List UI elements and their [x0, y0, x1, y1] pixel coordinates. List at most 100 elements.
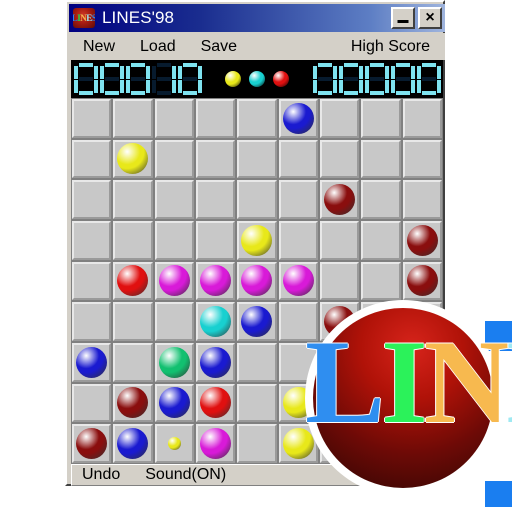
board-cell[interactable] [154, 99, 194, 138]
board-cell[interactable] [154, 221, 194, 260]
board-cell[interactable] [361, 424, 401, 463]
board-cell[interactable] [195, 221, 236, 260]
board-cell[interactable] [402, 99, 442, 138]
board-cell[interactable] [361, 302, 401, 341]
ball-blue[interactable] [241, 306, 273, 338]
ball-cyan[interactable] [200, 306, 232, 338]
menu-item-save[interactable]: Save [199, 38, 239, 56]
board-cell[interactable] [195, 302, 236, 341]
board-cell[interactable] [72, 139, 112, 179]
sound-toggle-button[interactable]: Sound(ON) [145, 466, 226, 484]
board-cell[interactable] [72, 180, 112, 219]
board-cell[interactable] [195, 383, 236, 423]
menu-item-high-score[interactable]: High Score [349, 38, 432, 56]
board-cell[interactable] [402, 383, 442, 423]
board-cell[interactable] [113, 302, 153, 341]
undo-button[interactable]: Undo [82, 466, 120, 484]
close-button[interactable]: × [418, 7, 442, 29]
board-cell[interactable] [195, 343, 236, 382]
ball-darkred[interactable] [406, 224, 438, 256]
board-cell[interactable] [402, 424, 442, 463]
game-board[interactable] [71, 98, 443, 464]
board-cell[interactable] [237, 221, 277, 260]
board-cell[interactable] [361, 343, 401, 382]
board-cell[interactable] [319, 302, 360, 341]
ball-blue[interactable] [200, 346, 232, 378]
board-cell[interactable] [319, 221, 360, 260]
board-cell[interactable] [402, 261, 442, 301]
board-cell[interactable] [237, 99, 277, 138]
board-cell[interactable] [72, 424, 112, 463]
ball-blue[interactable] [282, 102, 314, 134]
board-cell[interactable] [113, 383, 153, 423]
ball-yellow[interactable] [167, 437, 181, 451]
ball-darkred[interactable] [117, 387, 149, 419]
board-cell[interactable] [237, 261, 277, 301]
board-cell[interactable] [278, 383, 318, 423]
board-cell[interactable] [319, 99, 360, 138]
ball-magenta[interactable] [241, 265, 273, 297]
board-cell[interactable] [154, 383, 194, 423]
menu-item-new[interactable]: New [81, 38, 117, 56]
board-cell[interactable] [361, 180, 401, 219]
ball-yellow[interactable] [117, 143, 149, 175]
menu-item-load[interactable]: Load [138, 38, 178, 56]
board-cell[interactable] [319, 383, 360, 423]
board-cell[interactable] [195, 261, 236, 301]
board-cell[interactable] [278, 343, 318, 382]
ball-magenta[interactable] [158, 265, 190, 297]
board-cell[interactable] [402, 302, 442, 341]
board-cell[interactable] [361, 383, 401, 423]
board-cell[interactable] [361, 261, 401, 301]
ball-red[interactable] [200, 387, 232, 419]
board-cell[interactable] [278, 139, 318, 179]
board-cell[interactable] [113, 221, 153, 260]
board-cell[interactable] [402, 139, 442, 179]
board-cell[interactable] [402, 221, 442, 260]
board-cell[interactable] [72, 261, 112, 301]
ball-darkred[interactable] [406, 265, 438, 297]
board-cell[interactable] [319, 139, 360, 179]
ball-darkred[interactable] [76, 428, 108, 460]
board-cell[interactable] [319, 343, 360, 382]
board-cell[interactable] [195, 99, 236, 138]
board-cell[interactable] [113, 343, 153, 382]
board-cell[interactable] [154, 180, 194, 219]
board-cell[interactable] [402, 343, 442, 382]
board-cell[interactable] [72, 221, 112, 260]
ball-magenta[interactable] [200, 428, 232, 460]
ball-magenta[interactable] [282, 265, 314, 297]
board-cell[interactable] [113, 139, 153, 179]
board-cell[interactable] [72, 99, 112, 138]
board-cell[interactable] [319, 180, 360, 219]
board-cell[interactable] [237, 180, 277, 219]
board-cell[interactable] [154, 261, 194, 301]
board-cell[interactable] [113, 99, 153, 138]
board-cell[interactable] [195, 180, 236, 219]
board-cell[interactable] [319, 424, 360, 463]
board-cell[interactable] [319, 261, 360, 301]
board-cell[interactable] [278, 99, 318, 138]
board-cell[interactable] [278, 261, 318, 301]
board-cell[interactable] [237, 383, 277, 423]
board-cell[interactable] [154, 424, 194, 463]
board-cell[interactable] [237, 343, 277, 382]
board-cell[interactable] [237, 302, 277, 341]
board-cell[interactable] [361, 139, 401, 179]
board-cell[interactable] [72, 343, 112, 382]
ball-yellow[interactable] [282, 387, 314, 419]
board-cell[interactable] [72, 383, 112, 423]
board-cell[interactable] [278, 424, 318, 463]
board-cell[interactable] [154, 302, 194, 341]
ball-blue[interactable] [76, 346, 108, 378]
title-bar[interactable]: LINES LINES'98 × [69, 4, 445, 32]
board-cell[interactable] [278, 180, 318, 219]
ball-green[interactable] [158, 346, 190, 378]
ball-yellow[interactable] [282, 428, 314, 460]
board-cell[interactable] [237, 139, 277, 179]
ball-red[interactable] [117, 265, 149, 297]
board-cell[interactable] [278, 221, 318, 260]
board-cell[interactable] [154, 139, 194, 179]
board-cell[interactable] [113, 261, 153, 301]
ball-blue[interactable] [158, 387, 190, 419]
